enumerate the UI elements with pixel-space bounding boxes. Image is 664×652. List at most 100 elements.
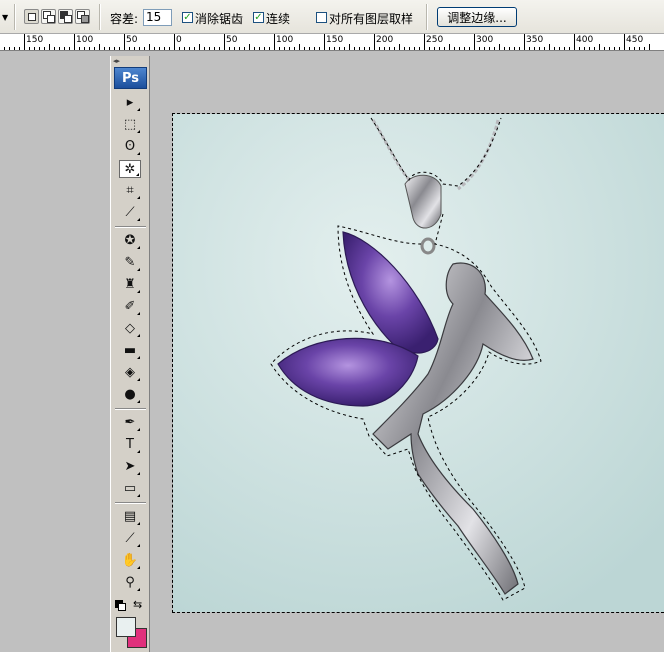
horizontal-ruler[interactable]: 150 100 50 0 50 100 150 200 250 300 350 400 450 [0,34,664,51]
lasso-tool[interactable]: ʘ [119,138,141,156]
add-to-selection-icon[interactable] [41,9,56,24]
ruler-tick [64,47,65,50]
tool-flyout-indicator [137,218,140,221]
toolbox-grip-icon[interactable]: ◂▸ [113,57,120,65]
ruler-tick [219,47,220,50]
ruler-tick [474,34,475,50]
ruler-tick [399,44,400,50]
ruler-tick [539,47,540,50]
ruler-tick [264,47,265,50]
ruler-tick [299,44,300,50]
ruler-tick [524,34,525,50]
new-selection-icon[interactable] [24,9,39,24]
tool-flyout-indicator [137,588,140,591]
ruler-tick [534,47,535,50]
eyedropper-tool[interactable]: ⟋ [119,530,141,548]
ruler-tick [319,47,320,50]
history-brush-tool[interactable]: ✐ [119,298,141,316]
document-canvas[interactable] [172,113,664,613]
ruler-tick [279,47,280,50]
path-selection-tool[interactable]: ➤ [119,458,141,476]
ruler-tick [144,47,145,50]
ruler-tick [424,34,425,50]
ruler-tick [349,44,350,50]
tool-flyout-indicator [136,173,139,176]
tolerance-label: 容差: [110,12,139,26]
brush-tool[interactable]: ✎ [119,254,141,272]
ruler-tick [549,44,550,50]
separator [99,4,101,30]
type-tool[interactable]: T [119,436,141,454]
tool-flyout-indicator [137,312,140,315]
notes-tool[interactable]: ▤ [119,508,141,526]
default-colors-icon[interactable] [115,600,126,611]
crop-icon: ⌗ [126,183,134,198]
pen-tool[interactable]: ✒ [119,414,141,432]
ruler-tick [244,47,245,50]
ruler-tick [624,34,625,50]
ruler-tick [444,47,445,50]
crop-tool[interactable]: ⌗ [119,182,141,200]
clone-stamp-tool[interactable]: ♜ [119,276,141,294]
ruler-tick [579,47,580,50]
tool-flyout-indicator [137,522,140,525]
ruler-tick [634,47,635,50]
separator [14,4,16,30]
ruler-label: 100 [276,35,294,45]
ruler-tick [304,47,305,50]
tool-flyout-indicator [137,130,140,133]
ruler-tick [54,47,55,50]
intersect-selection-icon[interactable] [75,9,90,24]
ruler-tick [394,47,395,50]
separator [426,4,428,30]
ruler-label: 450 [626,35,644,45]
healing-brush-tool[interactable]: ✪ [119,232,141,250]
eraser-tool[interactable]: ◇ [119,320,141,338]
ruler-tick [274,34,275,50]
ruler-label: 300 [476,35,494,45]
ruler-tick [369,47,370,50]
tool-flyout-indicator [137,246,140,249]
hand-tool[interactable]: ✋ [119,552,141,570]
ruler-tick [364,47,365,50]
dodge-tool[interactable]: ● [119,386,141,404]
ruler-tick [389,47,390,50]
ruler-tick [519,47,520,50]
contiguous-label: 连续 [266,12,291,26]
ruler-tick [484,47,485,50]
anti-alias-checkbox[interactable]: ✓ [182,12,193,23]
tool-flyout-indicator [137,268,140,271]
gradient-tool[interactable]: ▬ [119,342,141,360]
ruler-tick [289,47,290,50]
foreground-color-swatch[interactable] [116,617,136,637]
shape-tool[interactable]: ▭ [119,480,141,498]
ruler-tick [189,47,190,50]
ruler-tick [224,34,225,50]
ruler-tick [214,47,215,50]
check-icon: ✓ [254,12,263,23]
magic-wand-tool[interactable]: ✲ [119,160,141,178]
tool-preset-dropdown-icon[interactable]: ▼ [2,13,8,22]
eyedropper-icon: ⟋ [125,531,135,546]
tool-flyout-indicator [137,544,140,547]
refine-edge-button[interactable]: 调整边缘... [437,7,517,27]
ruler-tick [204,47,205,50]
ruler-tick [79,47,80,50]
ruler-tick [119,47,120,50]
swap-colors-icon[interactable]: ⇆ [133,598,142,611]
contiguous-checkbox[interactable]: ✓ [253,12,264,23]
subtract-from-selection-icon[interactable] [58,9,73,24]
ruler-tick [569,47,570,50]
blur-tool[interactable]: ◈ [119,364,141,382]
tolerance-input[interactable]: 15 [143,9,172,26]
move-tool[interactable]: ▸ [119,94,141,112]
photoshop-logo[interactable]: Ps [114,67,147,89]
ruler-tick [19,47,20,50]
ruler-tick [194,47,195,50]
tool-flyout-indicator [137,400,140,403]
marquee-tool[interactable]: ⬚ [119,116,141,134]
slice-tool[interactable]: ⟋ [119,204,141,222]
zoom-tool[interactable]: ⚲ [119,574,141,592]
ruler-tick [559,47,560,50]
sample-all-layers-checkbox[interactable] [316,12,327,23]
